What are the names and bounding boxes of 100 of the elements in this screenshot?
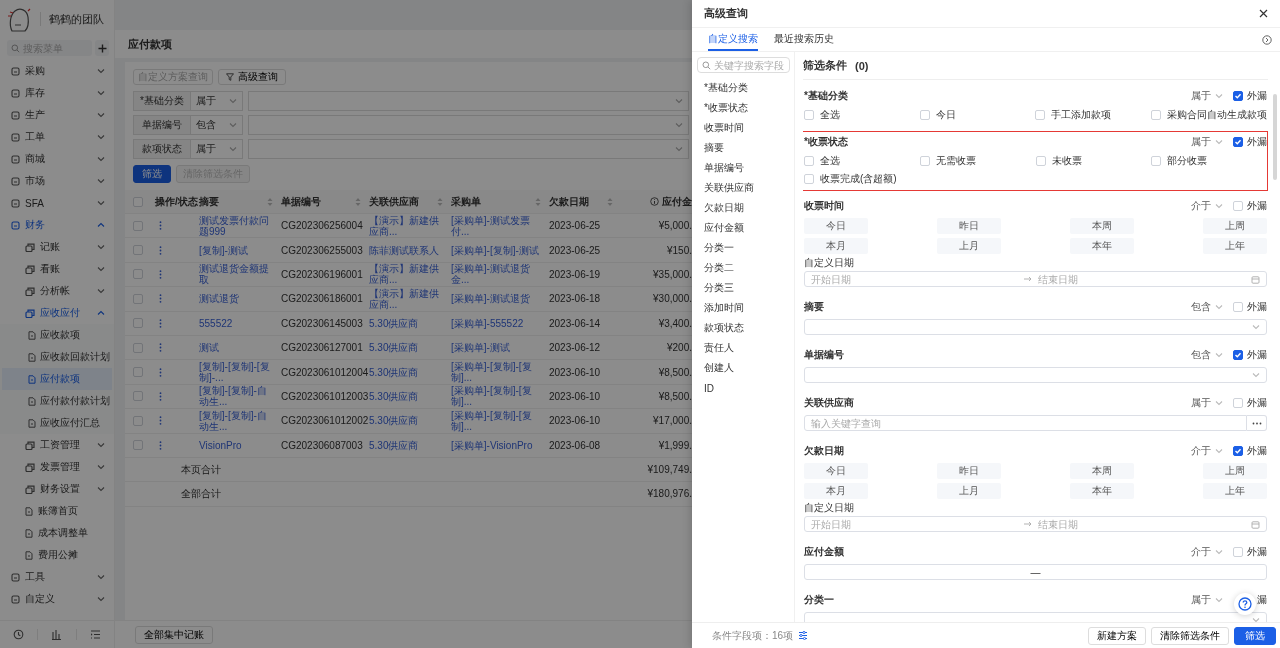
field-search-input[interactable]: 关键字搜索字段 bbox=[714, 58, 785, 72]
supplier-link[interactable]: 5.30供应商 bbox=[369, 366, 419, 378]
order-link[interactable]: [采购单]-测试 bbox=[451, 342, 510, 354]
date-preset-button[interactable]: 上周 bbox=[1203, 463, 1267, 479]
supplier-link[interactable]: 【演示】新建供应商... bbox=[369, 263, 443, 286]
start-date-input[interactable]: 开始日期 bbox=[811, 273, 1018, 285]
order-link[interactable]: [采购单]-测试发票付... bbox=[451, 214, 541, 237]
footer-button[interactable]: 新建方案 bbox=[1088, 626, 1146, 645]
date-preset-button[interactable]: 本年 bbox=[1070, 483, 1134, 499]
date-preset-button[interactable]: 本年 bbox=[1070, 238, 1134, 254]
date-preset-button[interactable]: 昨日 bbox=[937, 218, 1001, 234]
menu-item[interactable]: 账簿首页 bbox=[0, 500, 114, 522]
menu-item[interactable]: 库存 bbox=[0, 82, 114, 104]
menu-item[interactable]: 成本调整单 bbox=[0, 522, 114, 544]
order-link[interactable]: [采购单]-[复制]-测试 bbox=[451, 244, 539, 256]
summary-link[interactable]: [复制]-[复制]-自动生... bbox=[199, 385, 273, 408]
lookup-input[interactable]: 输入关键字查询 bbox=[811, 417, 1240, 429]
field-item[interactable]: 分类一 bbox=[697, 238, 790, 258]
field-item[interactable]: 关联供应商 bbox=[697, 178, 790, 198]
date-preset-button[interactable]: 今日 bbox=[804, 218, 868, 234]
menu-item[interactable]: 工具 bbox=[0, 566, 114, 588]
bulk-post-button[interactable]: 全部集中记账 bbox=[135, 625, 213, 644]
operator-select[interactable]: 介于 bbox=[1191, 199, 1223, 213]
field-item[interactable]: 收票时间 bbox=[697, 118, 790, 138]
summary-link[interactable]: 测试 bbox=[199, 342, 219, 354]
menu-item[interactable]: 应付款付款计划 bbox=[0, 390, 114, 412]
date-preset-button[interactable]: 上月 bbox=[937, 238, 1001, 254]
menu-item[interactable]: 自定义 bbox=[0, 588, 114, 610]
supplier-link[interactable]: 【演示】新建供应商... bbox=[369, 214, 443, 237]
field-item[interactable]: 欠款日期 bbox=[697, 198, 790, 218]
operator-select[interactable]: 属于 bbox=[191, 91, 243, 111]
advanced-search-button[interactable]: 高级查询 bbox=[218, 69, 286, 85]
menu-item[interactable]: 财务 bbox=[0, 214, 114, 236]
menu-item[interactable]: 应收应付汇总 bbox=[0, 412, 114, 434]
field-item[interactable]: 摘要 bbox=[697, 138, 790, 158]
operator-select[interactable]: 包含 bbox=[191, 115, 243, 135]
summary-link[interactable]: [复制]-测试 bbox=[199, 244, 248, 256]
order-link[interactable]: [采购单]-测试退货 bbox=[451, 293, 530, 305]
operator-select[interactable]: 介于 bbox=[1191, 545, 1223, 559]
supplier-link[interactable]: 5.30供应商 bbox=[369, 317, 419, 329]
date-preset-button[interactable]: 本周 bbox=[1070, 463, 1134, 479]
menu-item[interactable]: 工资管理 bbox=[0, 434, 114, 456]
field-item[interactable]: 添加时间 bbox=[697, 298, 790, 318]
operator-select[interactable]: 介于 bbox=[1191, 444, 1223, 458]
date-preset-button[interactable]: 本月 bbox=[804, 483, 868, 499]
operator-select[interactable]: 属于 bbox=[191, 139, 243, 159]
summary-link[interactable]: 测试退货 bbox=[199, 293, 239, 305]
summary-link[interactable]: 测试发票付款问题999 bbox=[199, 214, 273, 237]
date-preset-button[interactable]: 今日 bbox=[804, 463, 868, 479]
order-link[interactable]: [采购单]-VisionPro bbox=[451, 439, 533, 451]
date-preset-button[interactable]: 本周 bbox=[1070, 218, 1134, 234]
menu-item[interactable]: 费用公摊 bbox=[0, 544, 114, 566]
supplier-link[interactable]: 【演示】新建供应商... bbox=[369, 287, 443, 310]
summary-link[interactable]: [复制]-[复制]-自动生... bbox=[199, 409, 273, 432]
tab[interactable]: 自定义搜索 bbox=[708, 28, 758, 51]
field-search[interactable]: 关键字搜索字段 bbox=[697, 57, 790, 73]
field-item[interactable]: 分类二 bbox=[697, 258, 790, 278]
field-item[interactable]: 分类三 bbox=[697, 278, 790, 298]
menu-item[interactable]: 应付款项 bbox=[2, 368, 112, 390]
date-preset-button[interactable]: 昨日 bbox=[937, 463, 1001, 479]
operator-select[interactable]: 包含 bbox=[1191, 300, 1223, 314]
field-item[interactable]: 责任人 bbox=[697, 338, 790, 358]
menu-item[interactable]: 生产 bbox=[0, 104, 114, 126]
end-date-input[interactable]: 结束日期 bbox=[1038, 273, 1245, 285]
field-item[interactable]: ID bbox=[697, 378, 790, 398]
tab[interactable]: 最近搜索历史 bbox=[774, 28, 834, 51]
date-preset-button[interactable]: 上年 bbox=[1203, 483, 1267, 499]
supplier-link[interactable]: 5.30供应商 bbox=[369, 439, 419, 451]
summary-link[interactable]: VisionPro bbox=[199, 439, 242, 451]
order-link[interactable]: [采购单]-555522 bbox=[451, 317, 524, 329]
operator-select[interactable]: 属于 bbox=[1191, 396, 1223, 410]
field-item[interactable]: 应付金额 bbox=[697, 218, 790, 238]
order-link[interactable]: [采购单]-[复制]-[复制]... bbox=[451, 409, 541, 432]
field-item[interactable]: 款项状态 bbox=[697, 318, 790, 338]
summary-link[interactable]: 555522 bbox=[199, 317, 233, 329]
supplier-link[interactable]: 陈菲测试联系人 bbox=[369, 244, 439, 256]
date-preset-button[interactable]: 上周 bbox=[1203, 218, 1267, 234]
footer-button[interactable]: 清除筛选条件 bbox=[1151, 626, 1229, 645]
menu-item[interactable]: 看账 bbox=[0, 258, 114, 280]
operator-select[interactable]: 属于 bbox=[1191, 135, 1223, 149]
field-item[interactable]: 单据编号 bbox=[697, 158, 790, 178]
supplier-link[interactable]: 5.30供应商 bbox=[369, 415, 419, 427]
field-item[interactable]: *基础分类 bbox=[697, 78, 790, 98]
menu-item[interactable]: 工单 bbox=[0, 126, 114, 148]
filter-button[interactable]: 筛选 bbox=[133, 165, 171, 183]
menu-item[interactable]: 财务设置 bbox=[0, 478, 114, 500]
field-item[interactable]: 创建人 bbox=[697, 358, 790, 378]
lookup-field[interactable]: 输入关键字查询 bbox=[804, 415, 1247, 431]
menu-item[interactable]: 分析帐 bbox=[0, 280, 114, 302]
supplier-link[interactable]: 5.30供应商 bbox=[369, 342, 419, 354]
menu-item[interactable]: 应收应付 bbox=[0, 302, 114, 324]
menu-item[interactable]: 市场 bbox=[0, 170, 114, 192]
menu-item[interactable]: 应收款项 bbox=[0, 324, 114, 346]
menu-item[interactable]: SFA bbox=[0, 192, 114, 214]
menu-item[interactable]: 记账 bbox=[0, 236, 114, 258]
operator-select[interactable]: 属于 bbox=[1191, 89, 1223, 103]
field-item[interactable]: *收票状态 bbox=[697, 98, 790, 118]
summary-link[interactable]: 测试退货金额提取 bbox=[199, 263, 273, 286]
order-link[interactable]: [采购单]-[复制]-[复制]... bbox=[451, 361, 541, 384]
menu-item[interactable]: 采购 bbox=[0, 60, 114, 82]
